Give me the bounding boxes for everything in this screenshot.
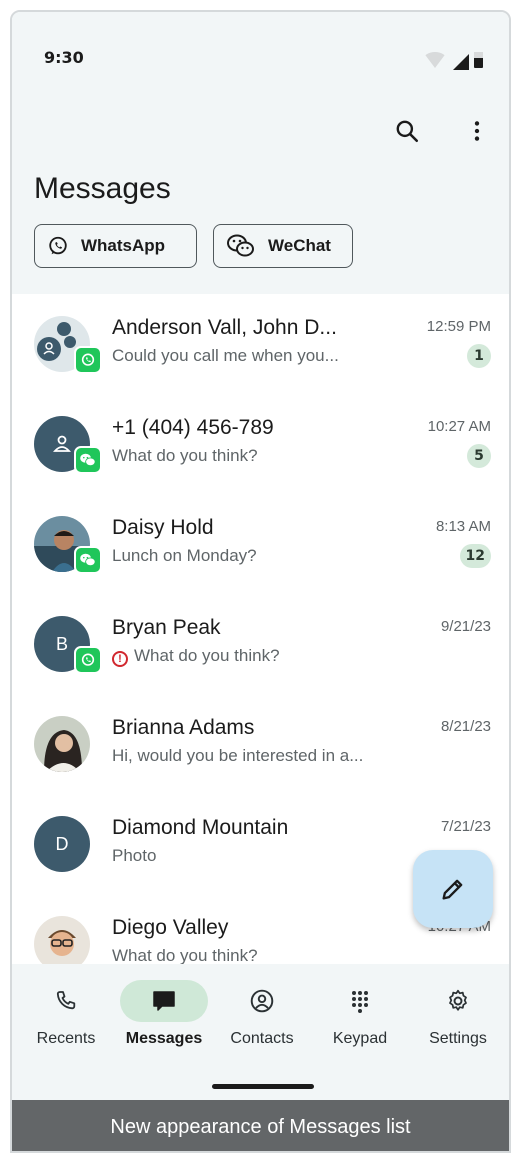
whatsapp-icon (49, 236, 67, 255)
nav-item-messages[interactable]: Messages (118, 978, 210, 1058)
nav-icon-container (218, 980, 306, 1022)
contact-name: Diamond Mountain (112, 816, 289, 839)
contact-photo (34, 716, 90, 772)
contact-name: Anderson Vall, John D... (112, 316, 337, 339)
avatar: D (34, 816, 90, 872)
keypad-icon (352, 991, 368, 1013)
message-preview: What do you think? (112, 446, 258, 465)
message-time: 12:59 PM (426, 318, 491, 335)
compose-button[interactable] (413, 850, 493, 928)
contact-name: Daisy Hold (112, 516, 214, 539)
nav-item-settings[interactable]: Settings (412, 978, 504, 1058)
nav-label: Contacts (230, 1030, 294, 1047)
message-preview: ! What do you think? (112, 646, 280, 667)
page-title: Messages (34, 172, 171, 205)
whatsapp-badge-icon (74, 346, 102, 374)
contact-name: +1 (404) 456-789 (112, 416, 274, 439)
edit-pencil-icon (442, 879, 463, 900)
unread-count-badge: 12 (459, 544, 491, 568)
search-icon (396, 120, 419, 143)
avatar (34, 416, 102, 474)
avatar-initial: D (34, 816, 90, 872)
whatsapp-badge-icon (74, 646, 102, 674)
conversation-row[interactable]: Brianna Adams Hi, would you be intereste… (12, 694, 509, 794)
contact-name: Brianna Adams (112, 716, 255, 739)
unread-count-badge: 1 (467, 344, 491, 368)
more-vert-icon (474, 121, 480, 141)
contact-name: Bryan Peak (112, 616, 221, 639)
phone-screen: 9:30 Messages WhatsApp WeChat Anderson V… (10, 10, 511, 1153)
error-icon: ! (112, 651, 128, 667)
contact-icon (250, 989, 274, 1013)
nav-icon-container (120, 980, 208, 1022)
status-icons (423, 52, 483, 70)
wechat-badge-icon (74, 546, 102, 574)
contact-name: Diego Valley (112, 916, 229, 939)
message-preview-text: What do you think? (134, 646, 280, 665)
avatar (34, 916, 90, 964)
nav-item-keypad[interactable]: Keypad (314, 978, 406, 1058)
more-options-button[interactable] (464, 118, 488, 148)
caption-banner: New appearance of Messages list (12, 1100, 509, 1151)
battery-icon (474, 52, 483, 68)
message-preview: What do you think? (112, 946, 258, 964)
nav-label: Messages (125, 1030, 203, 1047)
home-indicator[interactable] (212, 1084, 314, 1089)
nav-icon-container (316, 980, 404, 1022)
conversation-row[interactable]: B Bryan Peak ! What do you think? 9/21/23 (12, 594, 509, 694)
filter-chip-label: WeChat (268, 236, 331, 255)
filter-chip-whatsapp[interactable]: WhatsApp (34, 224, 197, 268)
message-time: 9/21/23 (440, 618, 491, 635)
avatar: B (34, 616, 102, 674)
wechat-icon (227, 234, 254, 257)
phone-icon (56, 991, 76, 1010)
unread-count-badge: 5 (467, 444, 491, 468)
bottom-navigation: Recents Messages Contacts Keypad Setting… (12, 964, 509, 1104)
message-time: 7/21/23 (440, 818, 491, 835)
nav-icon-container (22, 980, 110, 1022)
message-preview: Could you call me when you... (112, 346, 339, 365)
contact-photo (34, 916, 90, 964)
wechat-badge-icon (74, 446, 102, 474)
chat-icon (153, 991, 175, 1011)
avatar (34, 716, 90, 772)
conversation-row[interactable]: Anderson Vall, John D... Could you call … (12, 294, 509, 394)
message-time: 10:27 AM (427, 418, 491, 435)
avatar (34, 516, 102, 574)
message-preview: Photo (112, 846, 157, 865)
nav-icon-container (414, 980, 502, 1022)
conversation-row[interactable]: Daisy Hold Lunch on Monday? 8:13 AM 12 (12, 494, 509, 594)
top-app-bar: 9:30 Messages WhatsApp WeChat (12, 12, 509, 294)
search-button[interactable] (394, 118, 424, 148)
nav-label: Recents (36, 1030, 96, 1047)
nav-label: Settings (429, 1030, 487, 1047)
nav-label: Keypad (332, 1030, 388, 1047)
message-preview: Hi, would you be interested in a... (112, 746, 364, 765)
avatar (34, 316, 102, 374)
message-time: 8:13 AM (435, 518, 491, 535)
cellular-signal-icon (453, 54, 469, 70)
message-time: 8/21/23 (440, 718, 491, 735)
nav-item-contacts[interactable]: Contacts (216, 978, 308, 1058)
filter-chip-wechat[interactable]: WeChat (213, 224, 353, 268)
message-preview: Lunch on Monday? (112, 546, 257, 565)
status-time: 9:30 (44, 48, 84, 67)
wifi-icon (423, 52, 447, 68)
status-bar: 9:30 (34, 42, 491, 72)
gear-icon (449, 989, 467, 1011)
nav-item-recents[interactable]: Recents (20, 978, 112, 1058)
conversation-row[interactable]: +1 (404) 456-789 What do you think? 10:2… (12, 394, 509, 494)
filter-chip-label: WhatsApp (81, 236, 166, 255)
